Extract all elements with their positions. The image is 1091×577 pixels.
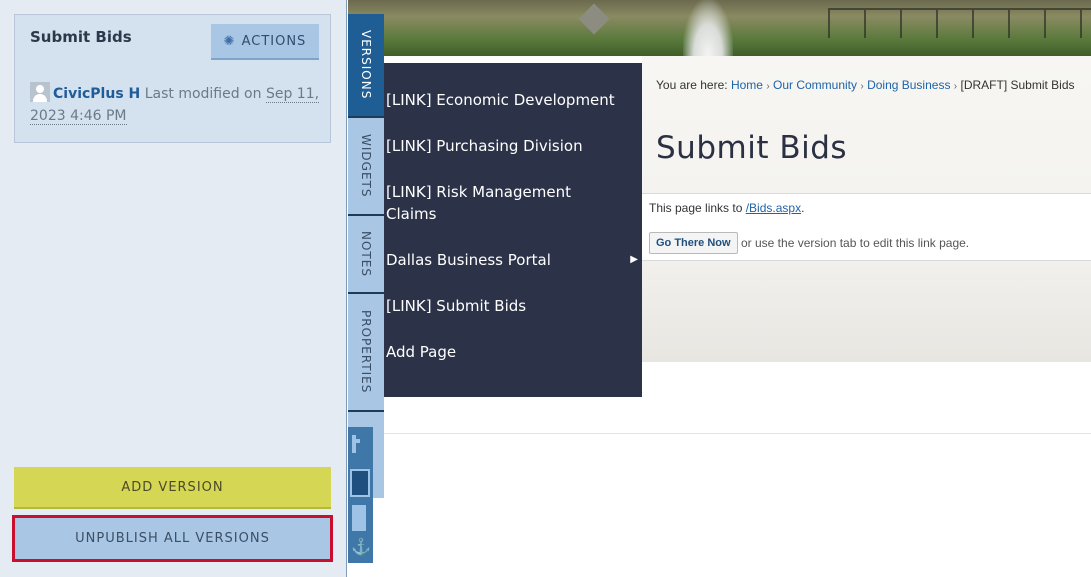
version-card: Submit Bids ✺ ACTIONS CivicPlus H Last m… (14, 14, 331, 143)
modified-info: CivicPlus H Last modified on Sep 11, 202… (30, 82, 320, 127)
banner-sign (578, 3, 610, 35)
breadcrumb-separator: › (766, 81, 770, 92)
header-banner-image (348, 0, 1091, 56)
menu-item-add-page[interactable]: Add Page (386, 341, 636, 363)
menu-item-risk-management-claims[interactable]: [LINK] Risk Management Claims (386, 181, 616, 225)
breadcrumb-separator: › (860, 81, 864, 92)
breadcrumb-home[interactable]: Home (731, 78, 763, 92)
link-notice-text: This page links to /Bids.aspx. (649, 201, 804, 215)
link-prefix: This page links to (649, 201, 746, 215)
breadcrumb: You are here: Home › Our Community › Doi… (656, 78, 1091, 92)
author-link[interactable]: CivicPlus H (53, 86, 140, 102)
link-page-notice: This page links to /Bids.aspx. Go There … (642, 193, 1091, 261)
menu-item-dallas-business-portal[interactable]: Dallas Business Portal ▶ (386, 249, 638, 271)
actions-label: ACTIONS (241, 33, 307, 49)
banner-fence (828, 8, 1091, 38)
tab-notes[interactable]: NOTES (348, 216, 384, 294)
breadcrumb-prefix: You are here: (656, 78, 731, 92)
anchor-icon[interactable]: ⚓ (351, 537, 371, 557)
tab-properties[interactable]: PROPERTIES (348, 294, 384, 412)
breadcrumb-separator: › (953, 81, 958, 92)
tab-versions[interactable]: VERSIONS (348, 14, 384, 118)
add-version-button[interactable]: ADD VERSION (14, 467, 331, 509)
page-menu: [LINK] Economic Development [LINK] Purch… (384, 63, 642, 397)
tab-properties-label: PROPERTIES (359, 310, 373, 394)
tab-widgets-label: WIDGETS (359, 134, 373, 198)
breadcrumb-current: [DRAFT] Submit Bids (960, 78, 1075, 92)
tab-notes-label: NOTES (359, 231, 373, 277)
layout-tool-strip: ⚓ (348, 427, 373, 563)
go-there-now-button[interactable]: Go There Now (649, 232, 738, 254)
selected-column-icon[interactable] (350, 469, 370, 497)
tab-widgets[interactable]: WIDGETS (348, 118, 384, 216)
version-title: Submit Bids (30, 28, 132, 46)
menu-item-economic-development[interactable]: [LINK] Economic Development (386, 89, 636, 111)
avatar (30, 82, 50, 102)
gear-icon: ✺ (223, 33, 236, 49)
tab-versions-label: VERSIONS (359, 30, 373, 100)
divider (384, 433, 1091, 434)
banner-fountain (683, 0, 733, 56)
go-hint-text: or use the version tab to edit this link… (741, 236, 970, 250)
submenu-arrow-icon: ▶ (630, 254, 638, 265)
actions-button[interactable]: ✺ ACTIONS (211, 24, 319, 60)
narrow-column-icon[interactable] (352, 435, 360, 453)
breadcrumb-doing-business[interactable]: Doing Business (867, 78, 950, 92)
breadcrumb-our-community[interactable]: Our Community (773, 78, 857, 92)
page-title: Submit Bids (656, 130, 848, 166)
menu-item-label: Dallas Business Portal (386, 251, 551, 269)
link-suffix: . (801, 201, 805, 215)
wide-column-icon[interactable] (352, 505, 366, 531)
menu-item-submit-bids[interactable]: [LINK] Submit Bids (386, 295, 636, 317)
modified-prefix: Last modified on (140, 86, 266, 102)
menu-item-purchasing-division[interactable]: [LINK] Purchasing Division (386, 135, 636, 157)
link-target[interactable]: /Bids.aspx (746, 201, 801, 215)
unpublish-all-versions-button[interactable]: UNPUBLISH ALL VERSIONS (12, 515, 333, 562)
version-panel: Submit Bids ✺ ACTIONS CivicPlus H Last m… (0, 0, 347, 577)
